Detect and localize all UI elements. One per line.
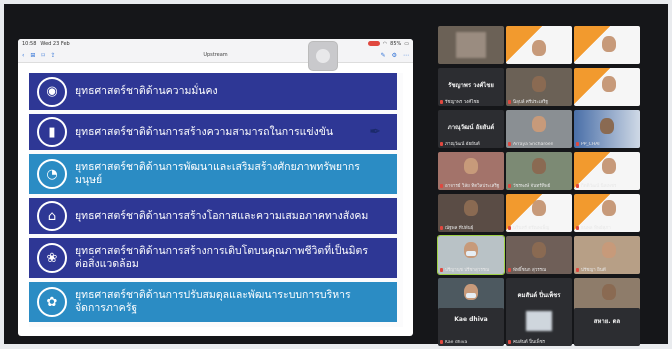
participant-name: กิตติวัฒน์ นิลเพชร [581, 184, 617, 189]
participant-tile[interactable]: ภาณุวัฒน์ อัยยันต์ ภาณุวัฒน์ อัยยันต์ [438, 110, 504, 148]
slide-item-label: ยุทธศาสตร์ชาติด้านการสร้างการเติบโตบนคุณ… [75, 245, 368, 270]
participant-name: Arraya Sricharoen [513, 142, 554, 147]
participant-caption: สหาย. ดล [593, 318, 621, 325]
mic-muted-icon [508, 100, 511, 104]
slide-item-label: ยุทธศาสตร์ชาติด้านการปรับสมดุลและพัฒนาระ… [75, 289, 351, 314]
slide-item: ⌂ ยุทธศาสตร์ชาติด้านการสร้างโอกาสและความ… [29, 198, 397, 234]
public-admin-icon: ✿ [37, 287, 67, 317]
social-equality-icon: ⌂ [37, 201, 67, 231]
mic-muted-icon [508, 184, 511, 188]
participant-name: ปรีญานุช ปรีชาสุวรรณ [445, 268, 490, 273]
participant-name: วัชรพงษ์ จันทร์ทิพย์ [513, 184, 551, 189]
participant-tile[interactable]: นรินทร์ ตรีณพเพ็ญ [506, 194, 572, 232]
participant-name: PP_CHAI [581, 142, 600, 147]
security-icon: ◉ [37, 76, 67, 107]
mic-muted-icon [576, 268, 579, 272]
slide-item-label: ยุทธศาสตร์ชาติด้านการพัฒนาและเสริมสร้างศ… [75, 161, 360, 186]
mic-muted-icon [440, 100, 443, 104]
status-bar: 10:58 Wed 23 Feb ◠ 85% ▭ [18, 39, 413, 48]
slide: ◉ ยุทธศาสตร์ชาติด้านความมั่นคง ▮ ยุทธศาส… [29, 73, 403, 327]
slide-item: ◔ ยุทธศาสตร์ชาติด้านการพัฒนาและเสริมสร้า… [29, 154, 397, 194]
slide-item: ✿ ยุทธศาสตร์ชาติด้านการปรับสมดุลและพัฒนา… [29, 282, 397, 322]
slide-item-label: ยุทธศาสตร์ชาติด้านความมั่นคง [75, 85, 218, 97]
participant-name: รัชญาพร วงศ์ไชย [445, 100, 480, 105]
mic-muted-icon [576, 184, 579, 188]
participant-caption: รัชญาพร วงศ์ไชย [448, 82, 494, 89]
mic-muted-icon [440, 184, 443, 188]
participant-name: ภาณุวัฒน์ อัยยันต์ [445, 142, 480, 147]
participant-tile[interactable]: วัชรพงษ์ จันทร์ทิพย์ [506, 152, 572, 190]
participant-tile[interactable]: สหาย. ดล [574, 308, 640, 346]
recording-indicator [367, 41, 380, 46]
slide-item-label: ยุทธศาสตร์ชาติด้านการสร้างความสามารถในกา… [75, 125, 334, 138]
mic-muted-icon [508, 340, 511, 344]
participant-tile[interactable] [574, 26, 640, 64]
participant-name: ปรัชญา ยินดี [581, 268, 606, 273]
wifi-icon: ◠ [382, 40, 388, 47]
app-toolbar: ‹ ⊞ ⌑ ⇪ Upstream ✎ ⚙ ⋯ [18, 48, 413, 63]
participant-name: อาจารย์ วิลัย ทิตวิลประเสริฐ [445, 184, 500, 189]
participant-caption: ภาณุวัฒน์ อัยยันต์ [447, 124, 495, 131]
participant-name: นรินทร์ ตรีณพเพ็ญ [513, 226, 550, 231]
document-title[interactable]: Upstream [18, 52, 413, 58]
battery-level: 85% [390, 40, 402, 47]
mic-muted-icon [508, 268, 511, 272]
mic-muted-icon [576, 226, 579, 230]
mic-muted-icon [508, 226, 511, 230]
slide-item: ❀ ยุทธศาสตร์ชาติด้านการสร้างการเติบโตบนค… [29, 238, 397, 278]
mic-muted-icon [440, 142, 443, 146]
participant-name: พัทธิ์ชนก สุวรรณ [513, 268, 547, 273]
status-date: Wed 23 Feb [40, 40, 70, 47]
participant-tile[interactable]: PP_CHAI [574, 110, 640, 148]
participant-tile[interactable]: Arraya Sricharoen [506, 110, 572, 148]
participant-tile[interactable]: ณัฐพล ทีปพันธุ์ [438, 194, 504, 232]
slide-item: ◉ ยุทธศาสตร์ชาติด้านความมั่นคง [29, 73, 397, 110]
eco-growth-icon: ❀ [37, 243, 67, 273]
mic-muted-icon [440, 340, 443, 344]
mic-muted-icon [576, 142, 579, 146]
participant-tile[interactable]: กิตติวัฒน์ นิลเพชร [574, 152, 640, 190]
meeting-window: 10:58 Wed 23 Feb ◠ 85% ▭ ‹ ⊞ ⌑ ⇪ Upstrea… [4, 4, 668, 346]
human-resource-icon: ◔ [37, 159, 67, 189]
participant-tile[interactable]: รัชญาพร วงศ์ไชย รัชญาพร วงศ์ไชย [438, 68, 504, 106]
participant-tile[interactable]: พัทธิ์ชนก สุวรรณ [506, 236, 572, 274]
slide-item: ▮ ยุทธศาสตร์ชาติด้านการสร้างความสามารถใน… [29, 114, 397, 150]
mic-muted-icon [440, 226, 443, 230]
competitiveness-icon: ▮ [37, 117, 67, 147]
pen-cursor-icon: ✒ [369, 123, 381, 140]
participant-tile[interactable] [438, 26, 504, 64]
participant-tile[interactable]: นิลุบล์ ศรีประเสริฐ [506, 68, 572, 106]
mic-muted-icon [508, 142, 511, 146]
participant-tile[interactable]: อาจารย์ วิลัย ทิตวิลประเสริฐ [438, 152, 504, 190]
participant-tile[interactable] [506, 26, 572, 64]
participant-tile[interactable]: คมสันต์ ปิ่นเพ็ชร [506, 308, 572, 346]
assistive-touch-button[interactable] [308, 41, 338, 71]
participant-tile[interactable]: ธนพล ทิพย์สุภา [574, 194, 640, 232]
participant-caption: Kae dhiva [454, 316, 488, 323]
participant-name: ธนพล ทิพย์สุภา [581, 226, 611, 231]
participant-name: ณัฐพล ทีปพันธุ์ [445, 226, 474, 231]
participant-tile[interactable]: Kae dhiva Kae dhiva [438, 308, 504, 346]
participant-caption: คมสันต์ ปิ่นเพ็ชร [517, 292, 561, 299]
battery-icon: ▭ [404, 40, 409, 47]
participant-name: Kae dhiva [445, 340, 468, 345]
participant-name: คมสันต์ ปิ่นเพ็ชร [513, 340, 546, 345]
participant-tile[interactable]: ปรัชญา ยินดี [574, 236, 640, 274]
participant-name: นิลุบล์ ศรีประเสริฐ [513, 100, 549, 105]
participant-tile-active-speaker[interactable]: ปรีญานุช ปรีชาสุวรรณ [437, 235, 505, 275]
slide-item-label: ยุทธศาสตร์ชาติด้านการสร้างโอกาสและความเส… [75, 209, 369, 222]
status-time: 10:58 [22, 40, 37, 47]
mic-muted-icon [440, 268, 443, 272]
shared-screen: 10:58 Wed 23 Feb ◠ 85% ▭ ‹ ⊞ ⌑ ⇪ Upstrea… [18, 39, 413, 336]
participant-tile[interactable] [574, 68, 640, 106]
